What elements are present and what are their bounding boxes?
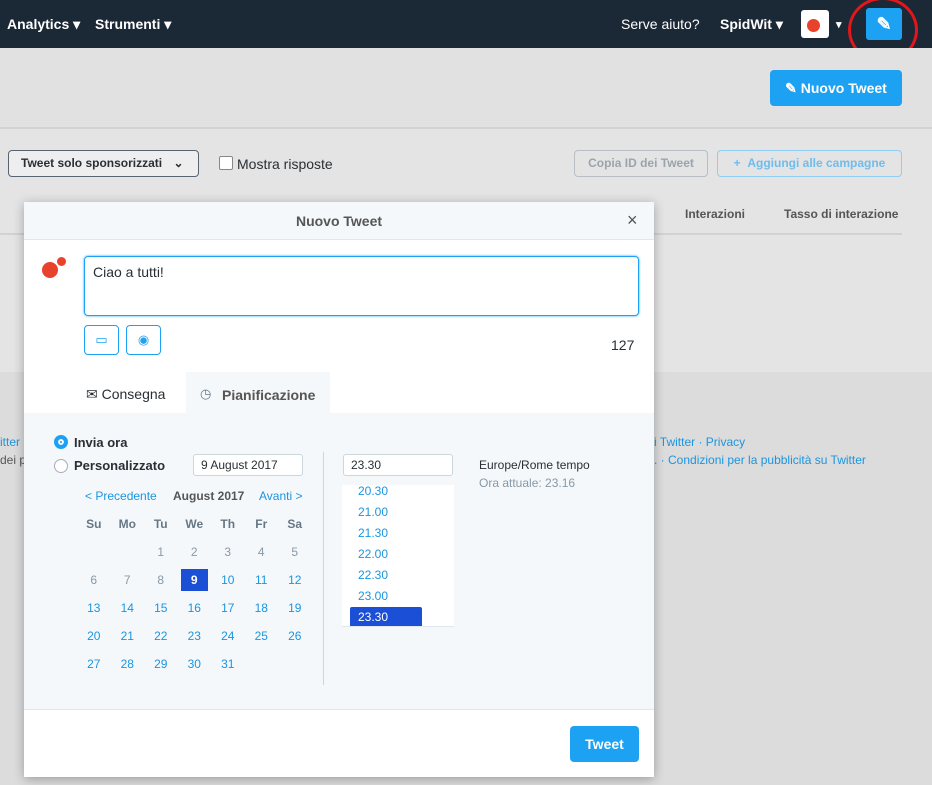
new-tweet-modal: Nuovo Tweet × Ciao a tutti! ▭ ◉ 127 ◷ Pi… [24, 202, 654, 777]
calendar-day[interactable]: 31 [211, 650, 245, 678]
calendar-day[interactable]: 18 [245, 594, 279, 622]
footer-link[interactable]: i Twitter · Privacy [654, 435, 745, 449]
weekday-header: Sa [287, 517, 303, 531]
avatar[interactable] [801, 10, 829, 38]
account-logo-icon [42, 262, 58, 278]
calendar-day[interactable]: 13 [77, 594, 111, 622]
time-list[interactable]: 20.30 21.00 21.30 22.00 22.30 23.00 23.30 [342, 485, 454, 627]
footer-link[interactable]: . · Condizioni per la pubblicità su Twit… [654, 453, 866, 467]
send-now-label: Invia ora [74, 435, 128, 450]
col-interactions[interactable]: Interazioni [685, 207, 745, 221]
show-replies-label: Mostra risposte [237, 156, 333, 172]
calendar-day[interactable]: 27 [77, 650, 111, 678]
calendar-day[interactable]: 21 [111, 622, 145, 650]
prev-month-link[interactable]: < Precedente [85, 489, 157, 503]
weekday-header: We [185, 517, 204, 531]
calendar-day[interactable]: 28 [111, 650, 145, 678]
calendar-day: 6 [90, 573, 98, 587]
timezone-label: Europe/Rome tempo [479, 458, 590, 472]
filter-dropdown[interactable]: Tweet solo sponsorizzati ⌄ [8, 150, 199, 177]
time-option[interactable]: 22.30 [350, 565, 454, 586]
weekday-header: Tu [153, 517, 168, 531]
chevron-down-icon[interactable]: ▾ [836, 18, 842, 31]
time-option[interactable]: 23.30 [350, 607, 422, 626]
calendar-day[interactable]: 29 [144, 650, 178, 678]
copy-id-button[interactable]: Copia ID dei Tweet [574, 150, 708, 177]
nav-analytics[interactable]: Analytics ▾ [7, 16, 80, 33]
weekday-header: Mo [118, 517, 136, 531]
weekday-header: Th [220, 517, 236, 531]
camera-icon[interactable]: ◉ [126, 325, 161, 355]
clock-icon: ◷ [200, 386, 212, 401]
time-input[interactable] [343, 454, 453, 476]
custom-label: Personalizzato [74, 458, 166, 473]
calendar-day: 1 [157, 545, 165, 559]
calendar-day[interactable]: 22 [144, 622, 178, 650]
calendar-day[interactable]: 20 [77, 622, 111, 650]
show-replies-checkbox[interactable] [219, 156, 233, 170]
logo-dot [57, 257, 66, 266]
custom-radio[interactable] [54, 459, 68, 473]
char-count: 127 [611, 337, 635, 353]
calendar-day[interactable]: 17 [211, 594, 245, 622]
weekday-header: Su [86, 517, 102, 531]
divider [323, 452, 324, 685]
current-time: Ora attuale: 23.16 [479, 476, 576, 490]
nav-account[interactable]: SpidWit ▾ [720, 16, 783, 33]
calendar-day[interactable]: 26 [278, 622, 312, 650]
calendar-day[interactable]: 14 [111, 594, 145, 622]
send-now-radio[interactable] [54, 435, 68, 449]
calendar-day[interactable]: 9 [177, 566, 211, 594]
calendar-day[interactable]: 25 [245, 622, 279, 650]
calendar-day: 2 [190, 545, 198, 559]
calendar-day[interactable]: 30 [178, 650, 212, 678]
next-month-link[interactable]: Avanti > [259, 489, 302, 503]
close-icon[interactable]: × [627, 210, 638, 231]
weekday-header: Fr [255, 517, 268, 531]
calendar-day: 8 [157, 573, 165, 587]
card-icon[interactable]: ▭ [84, 325, 119, 355]
tweet-textarea[interactable]: Ciao a tutti! [84, 256, 639, 316]
date-input[interactable] [193, 454, 303, 476]
calendar-day[interactable]: 16 [178, 594, 212, 622]
top-nav: Analytics ▾ Strumenti ▾ Serve aiuto? Spi… [0, 0, 932, 63]
time-option[interactable]: 22.00 [350, 544, 454, 565]
calendar-day[interactable]: 24 [211, 622, 245, 650]
calendar-day[interactable]: 15 [144, 594, 178, 622]
tweet-button[interactable]: Tweet [570, 726, 639, 762]
envelope-icon: ✉ [86, 386, 98, 402]
add-campaigns-button[interactable]: + Aggiungi alle campagne [717, 150, 902, 177]
footer-link[interactable]: itter [0, 435, 20, 449]
month-label: August 2017 [173, 489, 245, 503]
page-header: ✎ Nuovo Tweet [0, 48, 932, 129]
calendar-day: 7 [123, 573, 131, 587]
modal-title: Nuovo Tweet [24, 202, 654, 240]
tab-scheduling[interactable]: ◷ Pianificazione [186, 372, 330, 414]
calendar-day: 4 [257, 545, 265, 559]
calendar: Su Mo Tu We Th Fr Sa 1 2 3 4 5 6 7 8 9 10 11 12 13 14 15 16 17 1… [77, 510, 312, 678]
logo-icon [807, 19, 820, 32]
calendar-day[interactable]: 11 [245, 566, 279, 594]
footer-text: dei p [0, 453, 27, 467]
time-option[interactable]: 23.00 [350, 586, 454, 607]
calendar-day[interactable]: 10 [211, 566, 245, 594]
calendar-day: 3 [224, 545, 232, 559]
footer-divider [24, 709, 654, 710]
new-tweet-button[interactable]: ✎ Nuovo Tweet [770, 70, 902, 106]
calendar-day [278, 650, 312, 678]
calendar-day: 5 [291, 545, 299, 559]
col-engagement-rate[interactable]: Tasso di interazione [784, 207, 898, 221]
calendar-day[interactable]: 12 [278, 566, 312, 594]
tab-delivery[interactable]: ✉ Consegna [86, 386, 165, 403]
calendar-day[interactable]: 23 [178, 622, 212, 650]
calendar-day [111, 538, 145, 566]
calendar-day [77, 538, 111, 566]
time-option[interactable]: 21.30 [350, 523, 454, 544]
calendar-day [245, 650, 279, 678]
nav-help[interactable]: Serve aiuto? [621, 16, 700, 32]
time-option[interactable]: 20.30 [350, 485, 454, 502]
nav-tools[interactable]: Strumenti ▾ [95, 16, 171, 33]
calendar-day[interactable]: 19 [278, 594, 312, 622]
time-option[interactable]: 21.00 [350, 502, 454, 523]
